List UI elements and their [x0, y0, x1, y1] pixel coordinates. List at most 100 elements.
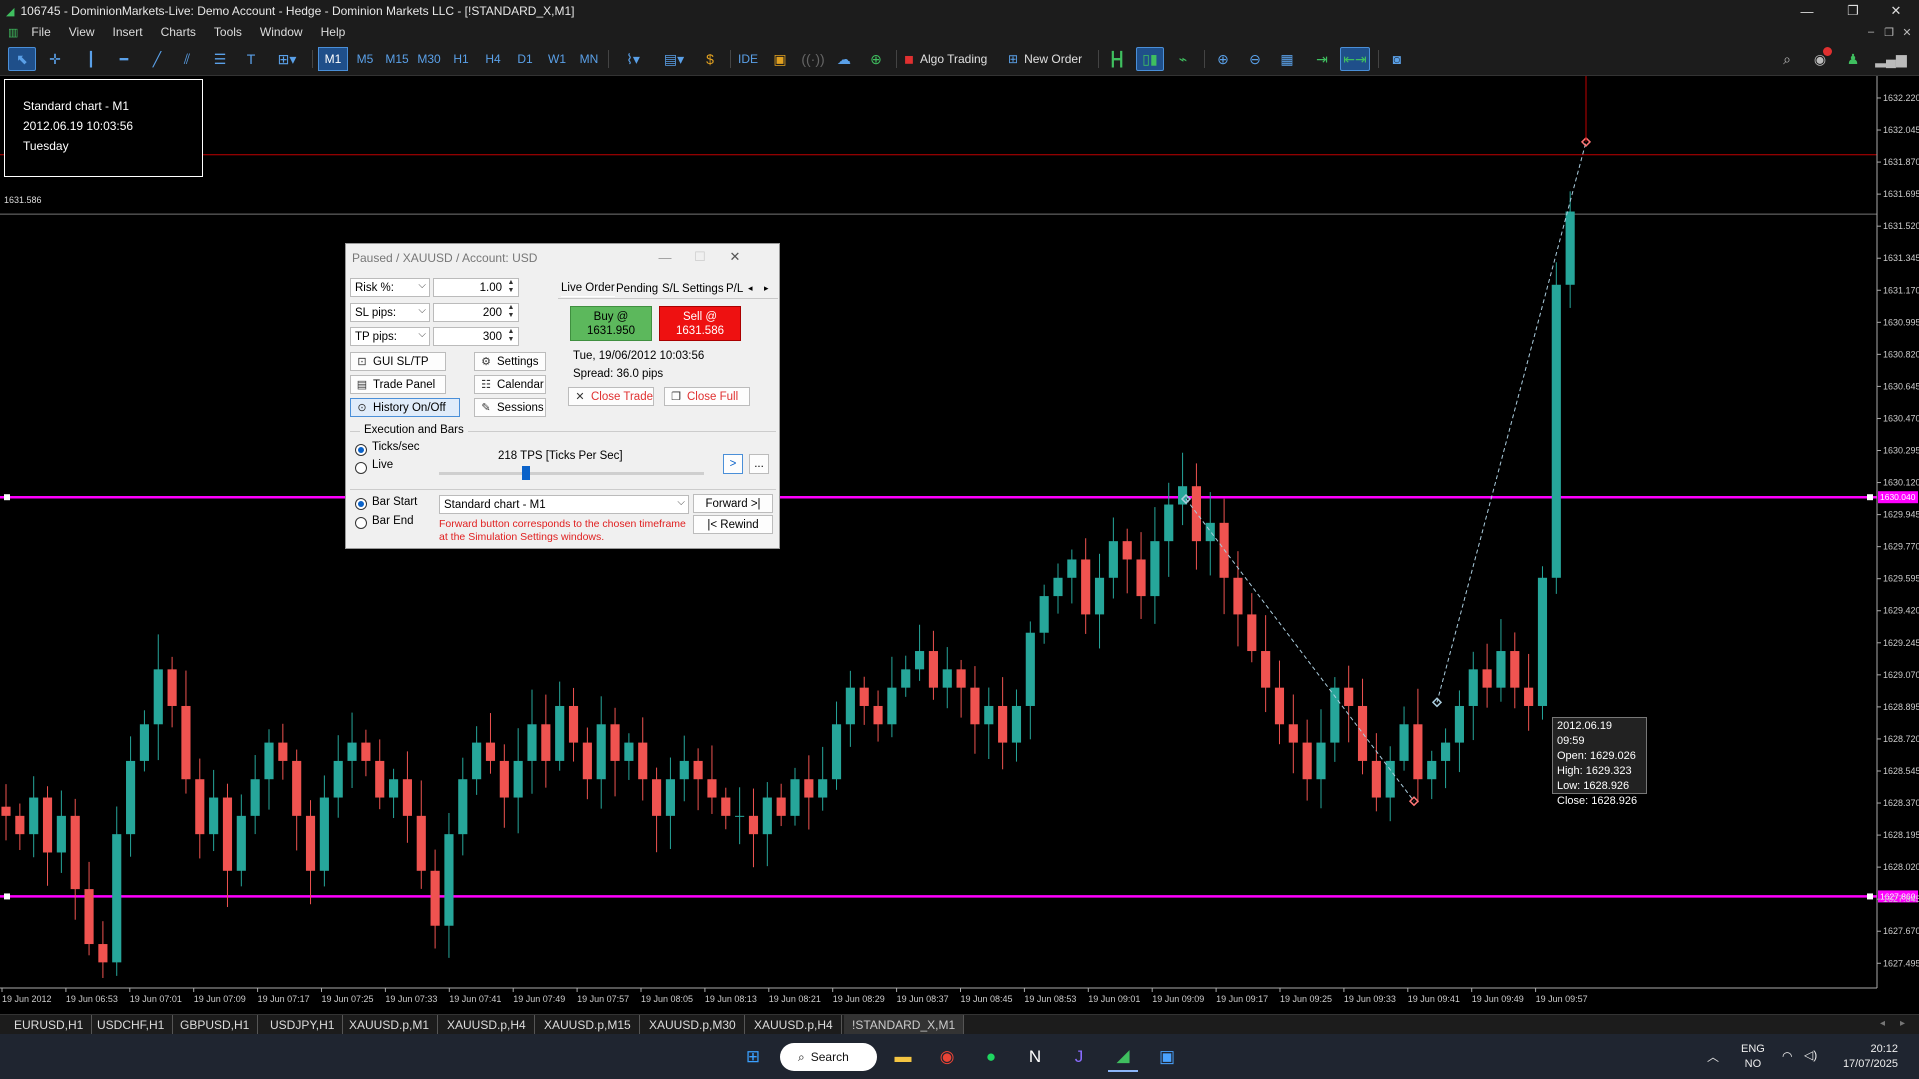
notion-icon[interactable]: N	[1020, 1042, 1050, 1072]
more-button[interactable]: ...	[749, 454, 769, 474]
tabs-scroll-right-icon[interactable]: ▸	[764, 280, 769, 297]
panel-close-button[interactable]: ✕	[726, 248, 744, 266]
tray-chevron-icon[interactable]: ︿	[1707, 1048, 1719, 1065]
sl-select[interactable]: SL pips: ⌵	[350, 303, 430, 322]
tf-h1[interactable]: H1	[446, 47, 476, 71]
maximize-button[interactable]: ❐	[1830, 0, 1876, 22]
cloud-icon[interactable]: ☁	[832, 47, 856, 71]
horizontal-line-icon[interactable]: ━	[112, 47, 136, 71]
chart-tab[interactable]: XAUUSD.p,H4	[439, 1015, 535, 1035]
close-trade-button[interactable]: ✕ Close Trade	[568, 387, 654, 406]
sl-input[interactable]: 200 ▲ ▼	[433, 303, 519, 322]
menu-help[interactable]: Help	[312, 25, 355, 39]
app-j-icon[interactable]: J	[1064, 1042, 1094, 1072]
fibonacci-icon[interactable]: ☰	[208, 47, 232, 71]
volume-icon[interactable]: ◁)	[1804, 1048, 1817, 1062]
spinner-icon[interactable]: ▲ ▼	[505, 304, 517, 320]
live-radio[interactable]	[355, 462, 367, 474]
next-button[interactable]: >	[723, 454, 743, 474]
gui-sltp-button[interactable]: ⊡ GUI SL/TP	[350, 352, 446, 371]
tabs-scroll-left-icon[interactable]: ◂	[748, 280, 753, 297]
tabs-scroll-left-icon[interactable]: ◂	[1880, 1018, 1885, 1029]
menu-charts[interactable]: Charts	[152, 25, 205, 39]
panel-maximize-button[interactable]: ☐	[691, 248, 709, 266]
notifications-icon[interactable]: ◉	[1808, 47, 1832, 71]
tf-m5[interactable]: M5	[350, 47, 380, 71]
panel-minimize-button[interactable]: —	[656, 248, 674, 266]
menu-view[interactable]: View	[60, 25, 104, 39]
sell-button[interactable]: Sell @ 1631.586	[659, 306, 741, 341]
risk-select[interactable]: Risk %: ⌵	[350, 278, 430, 297]
cursor-icon[interactable]: ⬉	[8, 47, 36, 71]
indicators-icon[interactable]: ▤▾	[656, 47, 692, 71]
tab-sl-settings[interactable]: S/L Settings	[662, 280, 724, 297]
bar-chart-icon[interactable]: ┣┫	[1104, 47, 1130, 71]
bar-start-radio[interactable]	[355, 498, 367, 510]
new-order-button[interactable]: ⊞ New Order	[1008, 47, 1082, 71]
chart-tab-active[interactable]: !STANDARD_X,M1	[844, 1015, 965, 1035]
history-toggle-button[interactable]: ⊙ History On/Off	[350, 398, 460, 417]
file-explorer-icon[interactable]: ▬	[888, 1042, 918, 1072]
menu-tools[interactable]: Tools	[205, 25, 251, 39]
tp-input[interactable]: 300 ▲ ▼	[433, 327, 519, 346]
vertical-line-icon[interactable]: ┃	[80, 47, 102, 71]
line-chart-icon[interactable]: ⌁	[1170, 47, 1196, 71]
windows-start-icon[interactable]: ⊞	[738, 1042, 768, 1072]
taskbar-search[interactable]: ⌕ Search	[780, 1043, 877, 1071]
menu-file[interactable]: File	[22, 25, 59, 39]
mdi-close-button[interactable]: ✕	[1898, 22, 1916, 42]
tabs-scroll-right-icon[interactable]: ▸	[1900, 1018, 1905, 1029]
zoom-in-icon[interactable]: ⊕	[1210, 47, 1236, 71]
chart-tab[interactable]: XAUUSD.p,H4	[746, 1015, 842, 1035]
tf-w1[interactable]: W1	[542, 47, 572, 71]
minimize-button[interactable]: —	[1784, 0, 1830, 22]
chart-tab[interactable]: XAUUSD.p,M15	[536, 1015, 640, 1035]
market-bag-icon[interactable]: ▣	[768, 47, 792, 71]
tf-m30[interactable]: M30	[414, 47, 444, 71]
candlestick-icon[interactable]: ▯▮	[1136, 47, 1164, 71]
zoom-out-icon[interactable]: ⊖	[1242, 47, 1268, 71]
mdi-restore-button[interactable]: ❐	[1880, 22, 1898, 42]
trade-panel-button[interactable]: ▤ Trade Panel	[350, 375, 446, 394]
chart-tab[interactable]: USDCHF,H1	[89, 1015, 174, 1035]
spinner-icon[interactable]: ▲ ▼	[505, 279, 517, 295]
trendline-icon[interactable]: ╱	[145, 47, 169, 71]
risk-input[interactable]: 1.00 ▲ ▼	[433, 278, 519, 297]
vps-icon[interactable]: ⊕	[864, 47, 888, 71]
clock[interactable]: 20:12 17/07/2025	[1838, 1042, 1898, 1072]
ticks-radio[interactable]	[355, 444, 367, 456]
crosshair-icon[interactable]: ✛	[42, 47, 68, 71]
shapes-icon[interactable]: ⊞▾	[270, 47, 304, 71]
chart-shift-icon[interactable]: ⇤⇥	[1340, 47, 1370, 71]
chart-type-icon[interactable]: ⌇▾	[616, 47, 650, 71]
bar-end-radio[interactable]	[355, 517, 367, 529]
keyboard-language[interactable]: ENG NO	[1741, 1042, 1765, 1072]
price-chart[interactable]: 1630.0401627.860 1632.2201632.0451631.87…	[0, 76, 1919, 1014]
menu-window[interactable]: Window	[251, 25, 312, 39]
buy-button[interactable]: Buy @ 1631.950	[570, 306, 652, 341]
tp-select[interactable]: TP pips: ⌵	[350, 327, 430, 346]
tf-mn[interactable]: MN	[574, 47, 604, 71]
spotify-icon[interactable]: ●	[976, 1042, 1006, 1072]
forward-button[interactable]: Forward >|	[693, 494, 773, 513]
tf-m1[interactable]: M1	[318, 47, 348, 71]
spinner-icon[interactable]: ▲ ▼	[505, 328, 517, 344]
chart-tab[interactable]: GBPUSD,H1	[172, 1015, 259, 1035]
chart-area[interactable]: 1630.040 1627.860 1632.220 1632.045 1631.87…	[0, 76, 1919, 1014]
autoscroll-icon[interactable]: ⇥	[1308, 47, 1336, 71]
grid-icon[interactable]: ▦	[1274, 47, 1300, 71]
settings-button[interactable]: ⚙ Settings	[474, 352, 546, 371]
chart-select[interactable]: Standard chart - M1 ⌵	[439, 495, 689, 514]
speed-slider-thumb[interactable]	[522, 466, 531, 480]
tab-live-order[interactable]: Live Order	[561, 280, 615, 297]
chart-tab[interactable]: EURUSD,H1	[6, 1015, 93, 1035]
tf-d1[interactable]: D1	[510, 47, 540, 71]
close-button[interactable]: ✕	[1873, 0, 1919, 22]
account-icon[interactable]: ♟	[1842, 47, 1864, 71]
text-tool-icon[interactable]: T	[240, 47, 262, 71]
chrome-icon[interactable]: ◉	[932, 1042, 962, 1072]
menu-insert[interactable]: Insert	[104, 25, 152, 39]
speed-slider[interactable]	[439, 466, 704, 480]
dollar-icon[interactable]: $	[698, 47, 722, 71]
app-window-icon[interactable]: ▣	[1152, 1042, 1182, 1072]
